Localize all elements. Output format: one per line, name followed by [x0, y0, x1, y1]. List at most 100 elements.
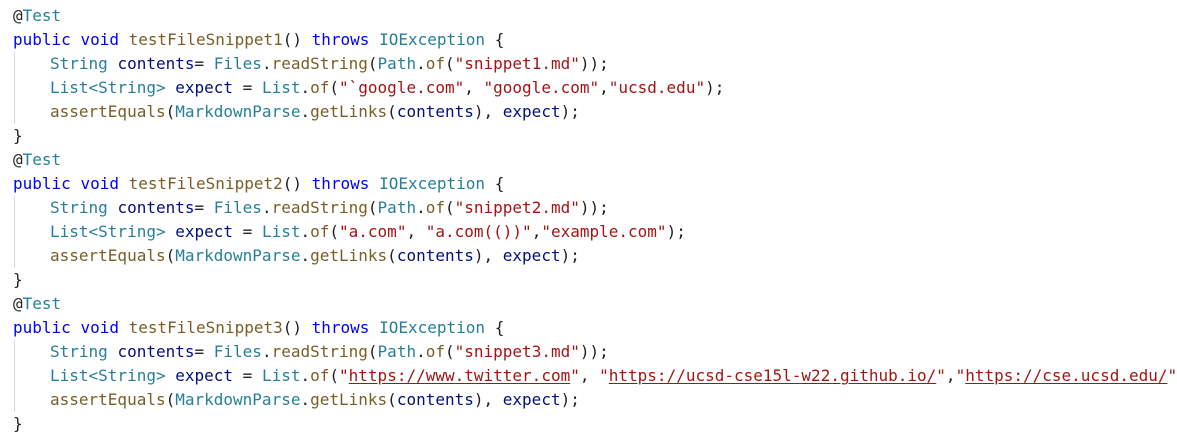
method-getlinks: getLinks [310, 102, 388, 121]
method-readstring: readString [271, 342, 368, 361]
type-list-string: List<String> [50, 366, 166, 385]
method-readstring: readString [271, 54, 368, 73]
class-path: Path [377, 54, 417, 73]
annotation-at: @ [13, 150, 23, 169]
exception-type: IOException [379, 30, 486, 49]
string-filename: "snippet3.md" [454, 342, 580, 361]
method-getlinks: getLinks [310, 390, 388, 409]
open-brace: { [494, 318, 505, 337]
code-line-annotation: @Test [0, 292, 1177, 316]
code-line-read-file: String contents= Files.readString(Path.o… [0, 340, 1177, 364]
method-of: of [425, 54, 445, 73]
string-quote: " [955, 366, 966, 385]
class-list: List [261, 78, 301, 97]
exception-type: IOException [379, 318, 486, 337]
keyword-throws: throws [311, 174, 370, 193]
method-assertequals: assertEquals [50, 102, 166, 121]
type-string: String [50, 342, 108, 361]
code-editor[interactable]: @Test public void testFileSnippet1() thr… [0, 4, 1177, 436]
close-brace: } [13, 270, 23, 289]
method-of: of [425, 198, 445, 217]
string-expected: "`google.com" [339, 78, 465, 97]
url-link[interactable]: https://ucsd-cse15l-w22.github.io/ [609, 366, 937, 385]
var-expect: expect [175, 78, 234, 97]
type-list-string: List<String> [50, 222, 166, 241]
code-line-assert: assertEquals(MarkdownParse.getLinks(cont… [0, 100, 1177, 124]
var-contents: contents [396, 102, 474, 121]
code-line-close-brace: } [0, 124, 1177, 148]
annotation-at: @ [13, 6, 23, 25]
keyword-throws: throws [311, 30, 370, 49]
string-quote: " [1167, 366, 1177, 385]
open-brace: { [494, 174, 505, 193]
annotation-name: Test [22, 150, 62, 169]
type-string: String [50, 54, 108, 73]
var-contents: contents [117, 54, 195, 73]
class-path: Path [377, 198, 417, 217]
close-brace: } [13, 414, 23, 433]
annotation-at: @ [13, 294, 23, 313]
type-list-string: List<String> [50, 78, 166, 97]
string-filename: "snippet1.md" [454, 54, 580, 73]
method-readstring: readString [271, 198, 368, 217]
method-name: testFileSnippet3 [128, 318, 283, 337]
code-line-expect: List<String> expect = List.of("a.com", "… [0, 220, 1177, 244]
code-line-read-file: String contents= Files.readString(Path.o… [0, 52, 1177, 76]
var-expect: expect [502, 390, 561, 409]
method-getlinks: getLinks [310, 246, 388, 265]
var-expect: expect [175, 222, 234, 241]
indent-guide [14, 76, 15, 100]
indent-guide [14, 52, 15, 76]
annotation-name: Test [22, 294, 62, 313]
keyword-public: public [13, 174, 71, 193]
code-line-method-signature: public void testFileSnippet2() throws IO… [13, 174, 505, 193]
var-contents: contents [117, 198, 195, 217]
open-brace: { [494, 30, 505, 49]
method-name: testFileSnippet2 [128, 174, 283, 193]
string-quote: " [570, 366, 580, 385]
url-link[interactable]: https://cse.ucsd.edu/ [965, 366, 1167, 385]
method-name: testFileSnippet1 [128, 30, 283, 49]
var-contents: contents [396, 246, 474, 265]
code-line-close-brace: } [0, 412, 1177, 436]
var-contents: contents [396, 390, 474, 409]
indent-guide [14, 244, 15, 268]
code-line-close-brace: } [0, 268, 1177, 292]
method-of: of [310, 366, 330, 385]
class-list: List [261, 222, 301, 241]
code-line-assert: assertEquals(MarkdownParse.getLinks(cont… [0, 388, 1177, 412]
string-expected: "a.com" [339, 222, 407, 241]
code-line-expect: List<String> expect = List.of("https://w… [0, 364, 1177, 388]
code-line-method-signature: public void testFileSnippet3() throws IO… [13, 318, 505, 337]
class-markdownparse: MarkdownParse [175, 102, 301, 121]
class-markdownparse: MarkdownParse [175, 246, 301, 265]
close-brace: } [13, 126, 23, 145]
var-expect: expect [175, 366, 234, 385]
string-filename: "snippet2.md" [454, 198, 580, 217]
string-expected: "ucsd.edu" [608, 78, 706, 97]
annotation-name: Test [22, 6, 62, 25]
string-expected: "example.com" [541, 222, 667, 241]
class-files: Files [213, 54, 262, 73]
class-files: Files [213, 198, 262, 217]
keyword-void: void [80, 318, 119, 337]
code-line-assert: assertEquals(MarkdownParse.getLinks(cont… [0, 244, 1177, 268]
indent-guide [14, 100, 15, 124]
method-assertequals: assertEquals [50, 246, 166, 265]
indent-guide [14, 364, 15, 388]
type-string: String [50, 198, 108, 217]
url-link[interactable]: https://www.twitter.com [349, 366, 571, 385]
indent-guide [14, 340, 15, 364]
keyword-throws: throws [311, 318, 370, 337]
class-markdownparse: MarkdownParse [175, 390, 301, 409]
string-quote: " [936, 366, 946, 385]
code-line-annotation: @Test [0, 4, 1177, 28]
code-line-expect: List<String> expect = List.of("`google.c… [0, 76, 1177, 100]
var-contents: contents [117, 342, 195, 361]
string-expected: "a.com(())" [425, 222, 532, 241]
indent-guide [14, 220, 15, 244]
class-list: List [261, 366, 301, 385]
var-expect: expect [502, 102, 561, 121]
class-path: Path [377, 342, 417, 361]
keyword-void: void [80, 174, 119, 193]
